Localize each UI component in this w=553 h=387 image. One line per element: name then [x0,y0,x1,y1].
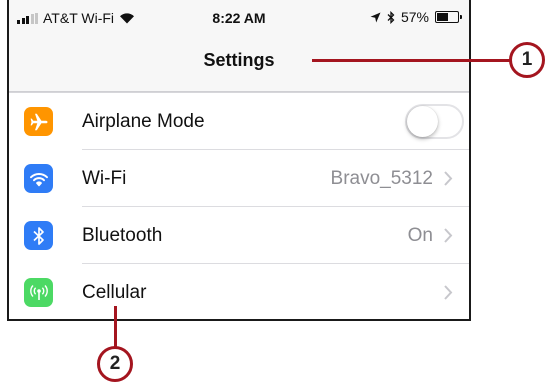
wifi-icon [24,164,53,193]
chevron-right-icon [444,171,453,186]
settings-list: Airplane Mode Wi-Fi Bravo_5312 Bluetooth… [9,92,469,319]
bluetooth-label: Bluetooth [82,225,163,246]
phone-screen: AT&T Wi-Fi 8:22 AM 57% Settings Airplane… [7,0,471,321]
settings-row-cellular[interactable]: Cellular [9,264,469,319]
settings-row-wifi[interactable]: Wi-Fi Bravo_5312 [9,150,469,207]
battery-icon [435,11,462,23]
wifi-label: Wi-Fi [82,168,127,189]
chevron-right-icon [444,285,453,300]
battery-percent: 57% [400,9,429,25]
cellular-antenna-icon [24,278,53,307]
chevron-right-icon [444,228,453,243]
callout-2-leader-line [114,306,117,347]
status-bar: AT&T Wi-Fi 8:22 AM 57% [9,0,469,36]
bluetooth-status-value: On [407,225,433,246]
callout-1-badge: 1 [509,42,545,78]
wifi-network-value: Bravo_5312 [330,168,433,189]
cellular-label: Cellular [82,282,147,303]
settings-row-bluetooth[interactable]: Bluetooth On [9,207,469,264]
callout-1-leader-line [312,59,511,62]
bluetooth-icon [24,221,53,250]
location-arrow-icon [370,12,381,22]
bluetooth-icon [387,10,395,24]
airplane-mode-toggle[interactable] [405,104,464,139]
airplane-icon [24,107,53,136]
settings-row-airplane-mode[interactable]: Airplane Mode [9,93,469,150]
callout-2-badge: 2 [97,346,133,382]
airplane-mode-label: Airplane Mode [82,111,205,132]
toggle-knob [407,106,438,137]
